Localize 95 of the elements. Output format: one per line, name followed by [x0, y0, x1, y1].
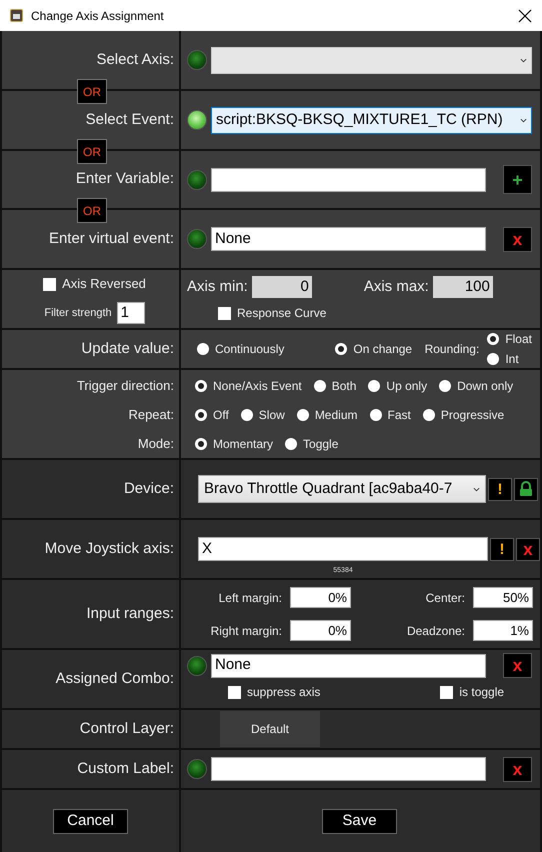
- checkbox-label: Axis Reversed: [62, 275, 146, 294]
- input-field[interactable]: 0%: [290, 620, 351, 641]
- radio-button[interactable]: [422, 408, 435, 420]
- input-field[interactable]: None: [211, 654, 486, 678]
- field-label: Enter virtual event:: [48, 228, 174, 249]
- clear-button[interactable]: x: [503, 226, 532, 252]
- radio-label: Float: [505, 331, 532, 348]
- field-label: Center:: [424, 590, 465, 606]
- checkbox[interactable]: [228, 686, 241, 698]
- input-field[interactable]: [211, 757, 486, 781]
- warning-button[interactable]: !: [490, 538, 514, 560]
- field-label: Select Axis:: [96, 50, 174, 70]
- close-button[interactable]: [518, 8, 532, 22]
- field-label: Custom Label:: [77, 758, 174, 779]
- radio-button[interactable]: [487, 353, 500, 365]
- input-field[interactable]: 0: [252, 276, 312, 298]
- field-label: Move Joystick axis:: [44, 538, 174, 559]
- field-label: Axis max:: [364, 276, 429, 297]
- radio-label: Fast: [388, 406, 411, 424]
- or-badge: OR: [77, 198, 107, 223]
- dropdown[interactable]: script:BKSQ-BKSQ_MIXTURE1_TC (RPN): [211, 106, 532, 134]
- radio-button[interactable]: [368, 380, 380, 392]
- input-field[interactable]: 100: [432, 276, 493, 298]
- field-label: Rounding:: [424, 341, 480, 358]
- radio-label: Up only: [386, 378, 428, 394]
- field-label: Mode:: [138, 434, 174, 453]
- field-label: Control Layer:: [80, 718, 174, 739]
- radio-label: Continuously: [215, 341, 284, 358]
- radio-button[interactable]: [195, 380, 207, 392]
- radio-button[interactable]: [487, 333, 500, 345]
- input-field[interactable]: 1%: [473, 620, 533, 641]
- lock-button[interactable]: [514, 478, 538, 500]
- clear-button[interactable]: x: [503, 653, 532, 678]
- input-field[interactable]: None: [211, 227, 486, 251]
- save-button[interactable]: Save: [322, 808, 397, 834]
- field-label: Filter strength: [44, 306, 112, 320]
- warning-button[interactable]: !: [488, 478, 512, 500]
- checkbox-label: Response Curve: [237, 305, 326, 322]
- field-label: Update value:: [81, 338, 174, 359]
- field-label: Select Event:: [86, 110, 174, 130]
- radio-label: Down only: [457, 378, 514, 394]
- or-badge: OR: [77, 139, 107, 164]
- radio-button[interactable]: [335, 343, 348, 355]
- radio-label: Int: [505, 351, 519, 368]
- checkbox-label: is toggle: [459, 684, 504, 701]
- radio-label: Slow: [258, 406, 285, 424]
- radio-button[interactable]: [195, 408, 207, 420]
- radio-label: On change: [353, 341, 412, 358]
- radio-button[interactable]: [439, 380, 452, 392]
- radio-label: Momentary: [213, 436, 274, 452]
- input-field[interactable]: 50%: [473, 587, 533, 608]
- field-label: Trigger direction:: [76, 376, 174, 395]
- checkbox-label: suppress axis: [247, 684, 320, 701]
- checkbox[interactable]: [440, 686, 454, 698]
- add-button[interactable]: +: [503, 165, 532, 194]
- radio-label: Off: [213, 406, 229, 424]
- layer-button[interactable]: Default: [220, 711, 320, 747]
- field-label: Left margin:: [218, 590, 282, 606]
- radio-button[interactable]: [195, 438, 207, 450]
- cancel-button[interactable]: Cancel: [53, 808, 128, 834]
- field-label: Repeat:: [128, 406, 174, 424]
- field-label: Assigned Combo:: [56, 668, 174, 689]
- field-label: Deadzone:: [406, 622, 465, 640]
- radio-button[interactable]: [197, 343, 209, 355]
- radio-button[interactable]: [296, 408, 309, 420]
- field-label: Enter Variable:: [76, 169, 174, 190]
- radio-label: Both: [332, 378, 356, 394]
- radio-button[interactable]: [314, 380, 326, 392]
- window-title: Change Axis Assignment: [31, 8, 164, 24]
- radio-label: None/Axis Event: [213, 378, 302, 394]
- checkbox[interactable]: [218, 306, 231, 320]
- input-field[interactable]: 1: [116, 302, 145, 324]
- field-label: Input ranges:: [86, 604, 174, 624]
- caret-icon: [520, 58, 527, 62]
- field-label: Right margin:: [210, 622, 282, 640]
- lock-icon: [518, 481, 534, 497]
- checkbox[interactable]: [43, 278, 56, 290]
- radio-label: Progressive: [440, 406, 504, 424]
- radio-button[interactable]: [370, 408, 382, 420]
- app-icon: [10, 9, 23, 22]
- radio-label: Medium: [314, 406, 358, 424]
- radio-button[interactable]: [285, 438, 298, 450]
- field-label: Device:: [124, 478, 174, 499]
- input-field[interactable]: [211, 168, 486, 192]
- input-field[interactable]: 0%: [290, 587, 351, 608]
- field-label: Axis min:: [187, 276, 248, 297]
- caret-icon: [473, 486, 480, 492]
- clear-button[interactable]: x: [516, 538, 540, 560]
- input-field[interactable]: X: [198, 537, 488, 561]
- clear-button[interactable]: x: [503, 756, 532, 782]
- radio-button[interactable]: [240, 408, 253, 420]
- caret-icon: [520, 118, 527, 122]
- or-badge: OR: [77, 79, 107, 104]
- dropdown[interactable]: Bravo Throttle Quadrant [ac9aba40-7: [198, 475, 486, 503]
- radio-label: Toggle: [303, 436, 338, 452]
